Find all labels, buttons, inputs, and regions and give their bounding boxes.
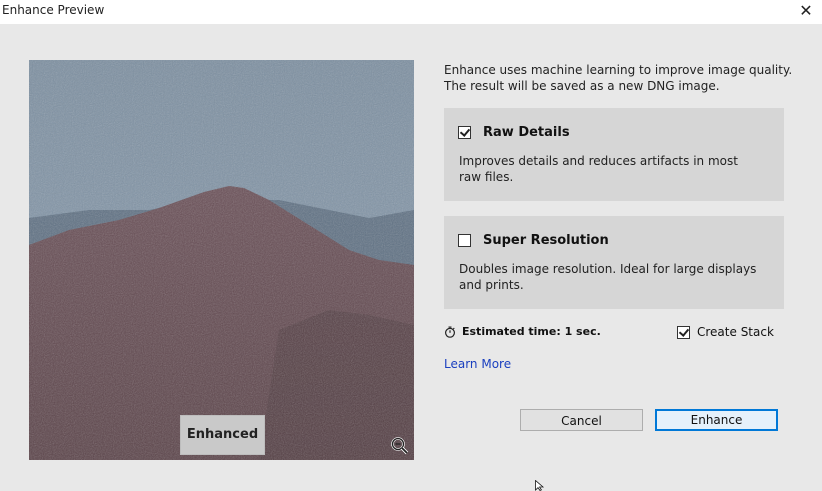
create-stack-option[interactable]: Create Stack — [677, 325, 774, 339]
create-stack-checkbox[interactable] — [677, 325, 690, 339]
zoom-out-icon[interactable] — [390, 436, 410, 456]
enhance-button[interactable]: Enhance — [655, 409, 778, 431]
enhanced-overlay-label: Enhanced — [180, 415, 265, 455]
cancel-button[interactable]: Cancel — [520, 409, 643, 431]
raw-details-description: Improves details and reduces artifacts i… — [459, 154, 738, 184]
enhance-description: Enhance uses machine learning to improve… — [444, 63, 793, 93]
create-stack-label: Create Stack — [697, 325, 774, 339]
super-resolution-option[interactable]: Super Resolution Doubles image resolutio… — [444, 216, 784, 309]
stopwatch-icon — [444, 326, 456, 338]
estimated-time: Estimated time: 1 sec. — [444, 325, 601, 338]
learn-more-link[interactable]: Learn More — [444, 357, 511, 371]
mouse-cursor-icon — [535, 480, 545, 491]
raw-details-header[interactable]: Raw Details — [458, 125, 570, 140]
title-bar: Enhance Preview ✕ — [0, 0, 822, 24]
super-resolution-header[interactable]: Super Resolution — [458, 233, 609, 248]
raw-details-label: Raw Details — [483, 125, 570, 140]
super-resolution-label: Super Resolution — [483, 233, 609, 248]
mountain-image — [29, 60, 414, 460]
raw-details-checkbox[interactable] — [458, 126, 471, 139]
super-resolution-description: Doubles image resolution. Ideal for larg… — [459, 262, 757, 292]
estimated-time-text: Estimated time: 1 sec. — [462, 325, 601, 338]
close-icon[interactable]: ✕ — [796, 1, 816, 21]
window-title: Enhance Preview — [2, 3, 105, 17]
raw-details-option[interactable]: Raw Details Improves details and reduces… — [444, 108, 784, 201]
image-preview[interactable]: Enhanced — [29, 60, 414, 460]
super-resolution-checkbox[interactable] — [458, 234, 471, 247]
